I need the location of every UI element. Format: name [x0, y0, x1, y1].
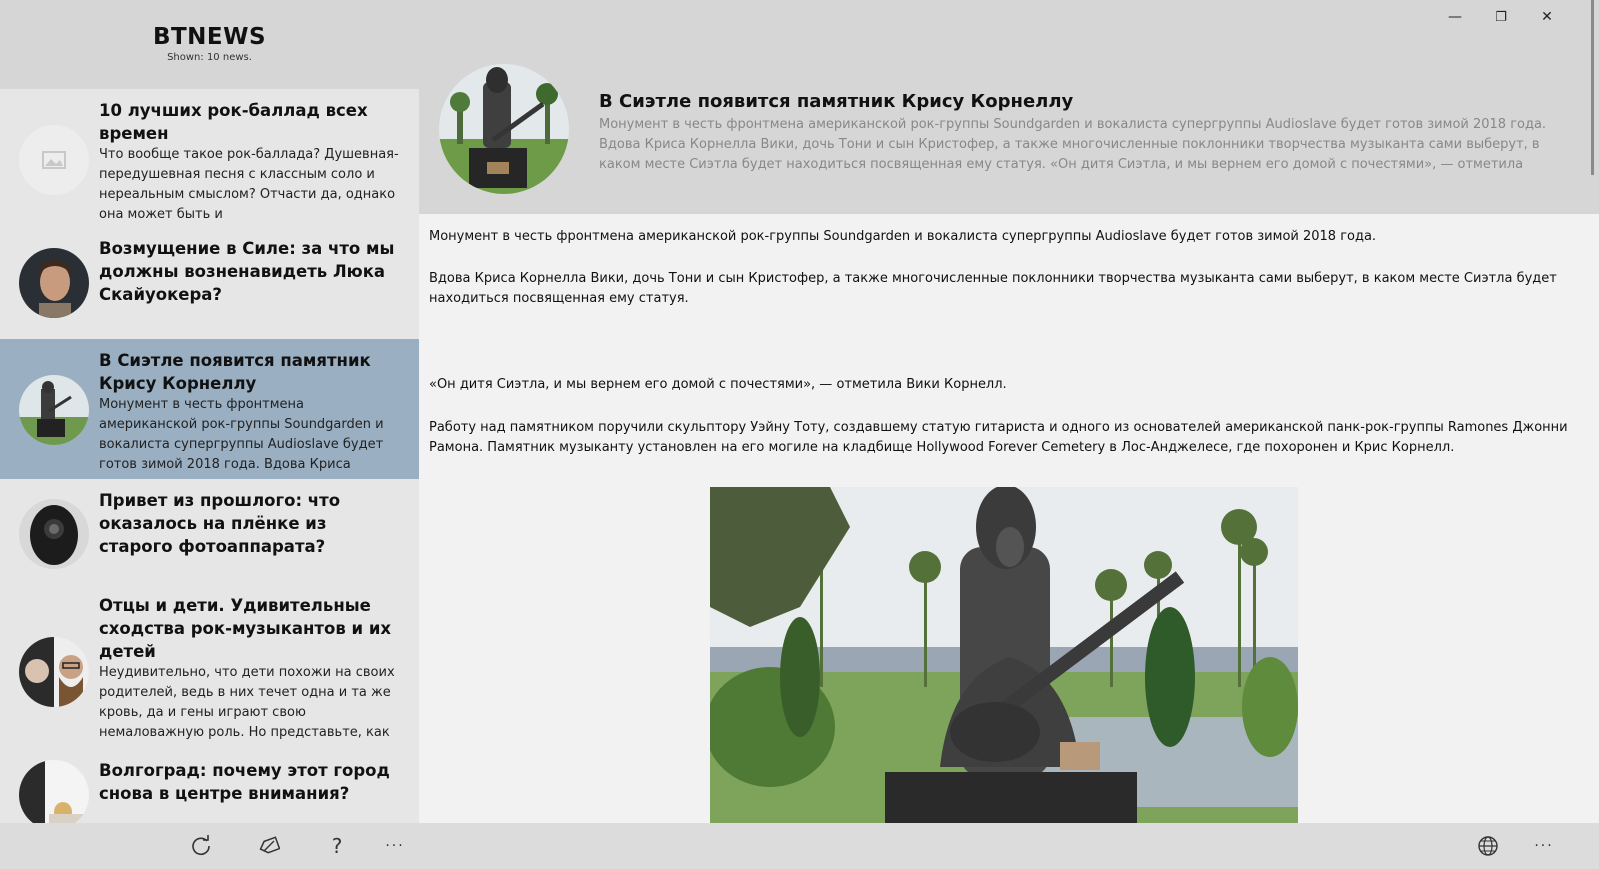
news-item[interactable]: Возмущение в Силе: за что мы должны возн…: [0, 227, 419, 339]
close-button[interactable]: ✕: [1524, 4, 1570, 30]
main-command-bar: ···: [419, 823, 1599, 869]
help-button[interactable]: ?: [322, 831, 352, 861]
article-image: [710, 487, 1298, 823]
news-thumbnail: [19, 248, 89, 318]
article-body: Монумент в честь фронтмена американской …: [419, 214, 1585, 823]
news-title: Возмущение в Силе: за что мы должны возн…: [99, 239, 395, 304]
news-item[interactable]: Волгоград: почему этот город снова в цен…: [0, 749, 419, 823]
article-paragraph: Монумент в честь фронтмена американской …: [429, 229, 1377, 244]
article-paragraph: Вдова Криса Корнелла Вики, дочь Тони и с…: [429, 271, 1557, 306]
tag-icon: [259, 836, 280, 854]
globe-icon: [1478, 836, 1498, 856]
refresh-icon: [192, 835, 210, 856]
news-item[interactable]: Отцы и дети. Удивительные сходства рок-м…: [0, 584, 419, 749]
news-title: В Сиэтле появится памятник Крису Корнелл…: [99, 351, 371, 393]
news-thumbnail: [19, 375, 89, 445]
news-title: Волгоград: почему этот город снова в цен…: [99, 761, 390, 803]
minimize-button[interactable]: —: [1432, 4, 1478, 30]
news-title: Отцы и дети. Удивительные сходства рок-м…: [99, 596, 392, 661]
news-summary: Что вообще такое рок-баллада? Душевная-п…: [99, 147, 399, 222]
news-title: 10 лучших рок-баллад всех времен: [99, 101, 368, 143]
article-header-summary: Монумент в честь фронтмена американской …: [599, 117, 1547, 172]
article-paragraph: «Он дитя Сиэтла, и мы вернем его домой с…: [429, 377, 1007, 392]
article-header-title: В Сиэтле появится памятник Крису Корнелл…: [599, 91, 1074, 112]
news-item[interactable]: Привет из прошлого: что оказалось на плё…: [0, 479, 419, 584]
more-button[interactable]: ···: [380, 831, 410, 861]
scrollbar[interactable]: [1591, 0, 1594, 175]
app-title: BTNEWS: [152, 24, 267, 50]
more-button[interactable]: ···: [1529, 831, 1559, 861]
news-sidebar: BTNEWS Shown: 10 news. 10 лучших рок-бал…: [0, 0, 419, 823]
news-title: Привет из прошлого: что оказалось на плё…: [99, 491, 341, 556]
article-paragraph: Работу над памятником поручили скульптор…: [429, 420, 1568, 455]
news-thumbnail: [19, 760, 89, 823]
article-header: В Сиэтле появится памятник Крису Корнелл…: [419, 0, 1599, 214]
restore-button[interactable]: ❐: [1478, 4, 1524, 30]
article-thumbnail: [439, 64, 569, 194]
news-thumbnail: [19, 637, 89, 707]
refresh-button[interactable]: [186, 831, 216, 861]
news-summary: Неудивительно, что дети похожи на своих …: [99, 665, 395, 740]
sidebar-command-bar: ? ···: [0, 823, 419, 869]
news-count: Shown: 10 news.: [167, 52, 252, 63]
tag-button[interactable]: [254, 831, 284, 861]
news-summary: Монумент в честь фронтмена американской …: [99, 397, 384, 472]
news-thumbnail: [19, 499, 89, 569]
sidebar-header: BTNEWS Shown: 10 news.: [0, 0, 419, 89]
globe-button[interactable]: [1473, 831, 1503, 861]
news-item[interactable]: 10 лучших рок-баллад всех времен Что воо…: [0, 89, 419, 227]
news-item-selected[interactable]: В Сиэтле появится памятник Крису Корнелл…: [0, 339, 419, 479]
image-placeholder-icon: [19, 125, 89, 195]
